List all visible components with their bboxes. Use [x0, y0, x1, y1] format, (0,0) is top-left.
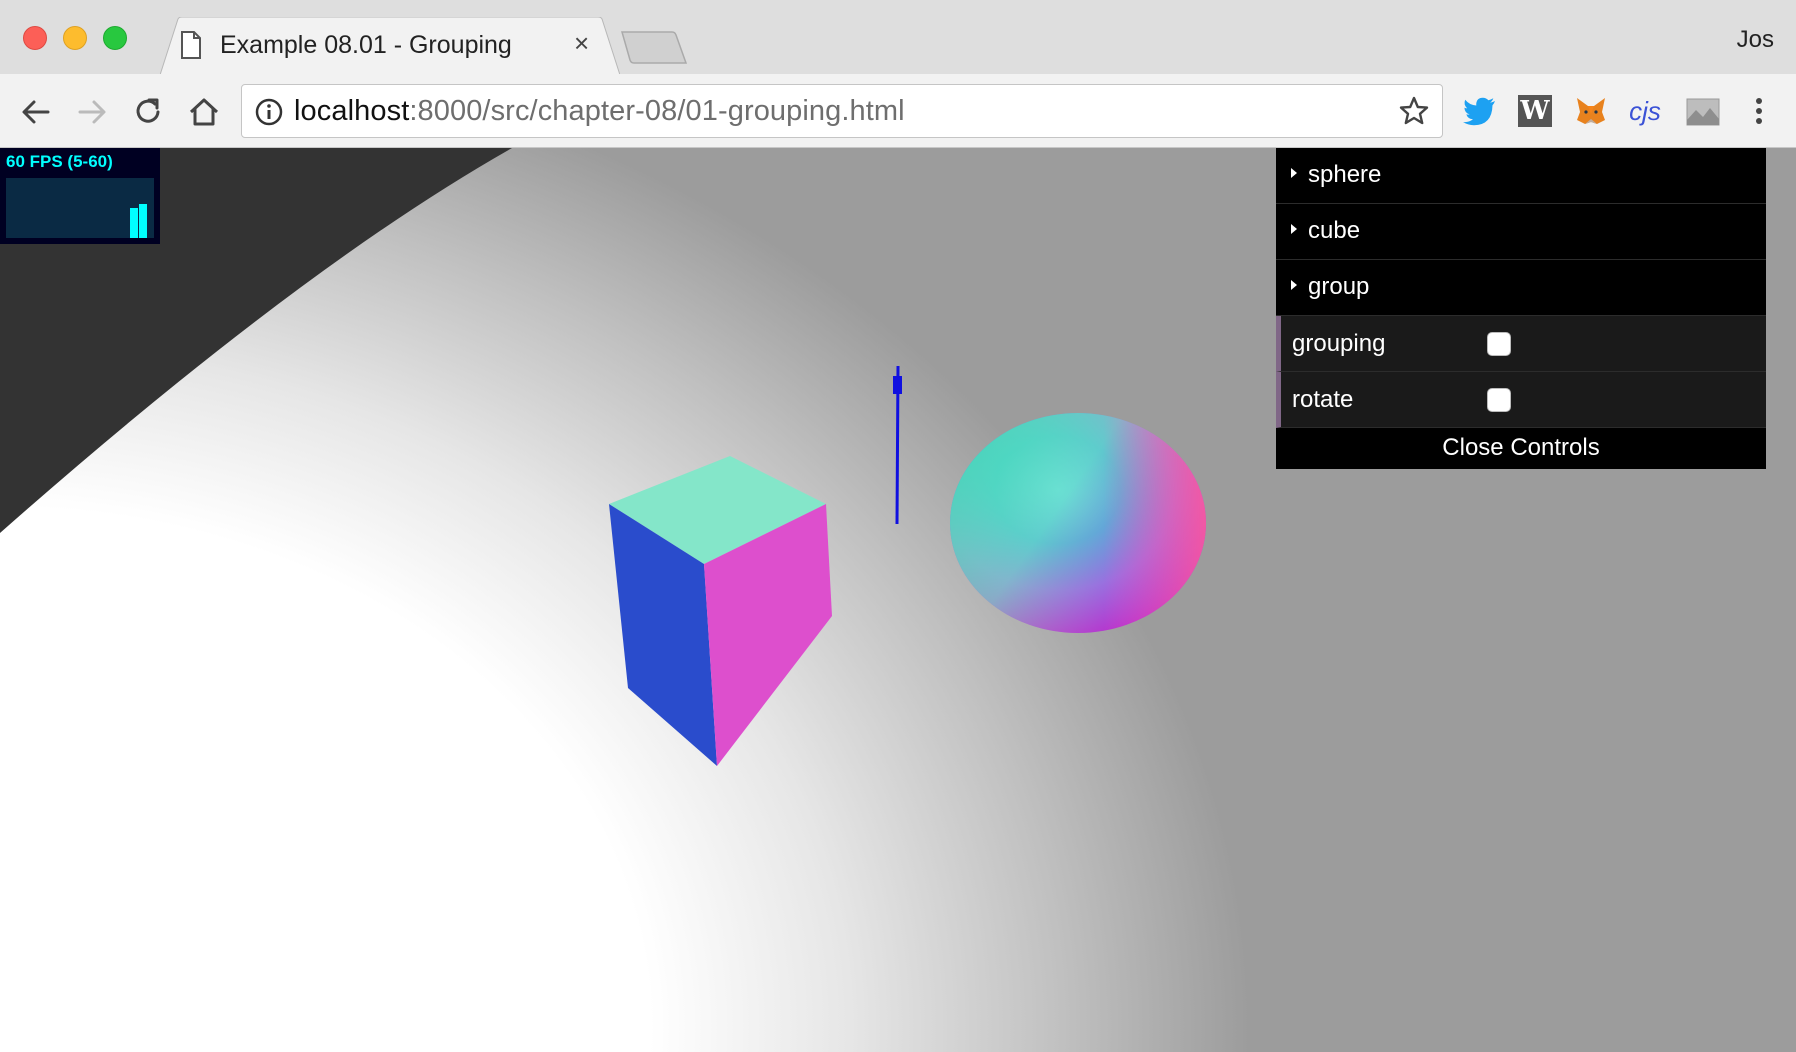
image-extension-icon[interactable]	[1684, 92, 1722, 130]
url-path: :8000/src/chapter-08/01-grouping.html	[409, 95, 905, 127]
menu-dots-icon[interactable]	[1740, 92, 1778, 130]
forward-arrow-icon[interactable]	[74, 94, 110, 130]
dat-gui-panel: sphere cube group grouping rotate Close …	[1276, 148, 1766, 469]
folder-arrow-icon	[1291, 168, 1297, 178]
close-controls-button[interactable]: Close Controls	[1276, 428, 1766, 469]
folder-group[interactable]: group	[1276, 260, 1766, 316]
control-label: grouping	[1292, 330, 1386, 357]
w-extension-icon[interactable]: W	[1518, 95, 1552, 127]
folder-label: sphere	[1308, 161, 1382, 188]
reload-icon[interactable]	[130, 94, 166, 130]
cjs-extension-icon[interactable]: cjs	[1626, 92, 1664, 130]
fps-graph	[6, 178, 154, 238]
cube-mesh	[609, 456, 832, 766]
back-arrow-icon[interactable]	[18, 94, 54, 130]
webgl-viewport[interactable]: 60 FPS (5-60) sphere cube group grouping…	[0, 148, 1796, 1052]
url-text[interactable]: localhost:8000/src/chapter-08/01-groupin…	[294, 95, 905, 128]
fps-text: 60 FPS (5-60)	[6, 152, 113, 171]
control-label: rotate	[1292, 386, 1354, 413]
tab-close-icon[interactable]: ×	[574, 30, 589, 56]
control-grouping: grouping	[1276, 316, 1766, 372]
sphere-mesh	[950, 413, 1206, 633]
home-icon[interactable]	[186, 94, 222, 130]
fps-bar	[130, 208, 138, 238]
metamask-fox-icon[interactable]	[1572, 92, 1610, 130]
active-tab[interactable]: Example 08.01 - Grouping ×	[160, 17, 620, 75]
bookmark-star-icon[interactable]	[1398, 95, 1430, 127]
profile-name[interactable]: Jos	[1737, 26, 1774, 54]
axis-line	[893, 365, 902, 525]
fps-bar	[139, 204, 147, 238]
folder-cube[interactable]: cube	[1276, 204, 1766, 260]
folder-arrow-icon	[1291, 224, 1297, 234]
tab-bar: Example 08.01 - Grouping × Jos	[0, 0, 1796, 75]
twitter-icon[interactable]	[1461, 92, 1499, 130]
folder-arrow-icon	[1291, 280, 1297, 290]
control-rotate: rotate	[1276, 372, 1766, 428]
rotate-checkbox[interactable]	[1487, 388, 1511, 412]
page-icon	[181, 31, 201, 59]
grouping-checkbox[interactable]	[1487, 332, 1511, 356]
browser-toolbar: localhost:8000/src/chapter-08/01-groupin…	[0, 74, 1796, 148]
info-icon[interactable]	[254, 97, 284, 127]
folder-label: group	[1308, 273, 1370, 300]
tab-title: Example 08.01 - Grouping	[220, 31, 512, 59]
folder-sphere[interactable]: sphere	[1276, 148, 1766, 204]
folder-label: cube	[1308, 217, 1361, 244]
fps-stats-panel[interactable]: 60 FPS (5-60)	[0, 148, 160, 244]
window-maximize-button[interactable]	[103, 26, 127, 50]
new-tab-button[interactable]	[620, 30, 690, 66]
url-host: localhost	[294, 95, 410, 127]
address-bar[interactable]: localhost:8000/src/chapter-08/01-groupin…	[241, 84, 1443, 138]
window-close-button[interactable]	[23, 26, 47, 50]
window-minimize-button[interactable]	[63, 26, 87, 50]
